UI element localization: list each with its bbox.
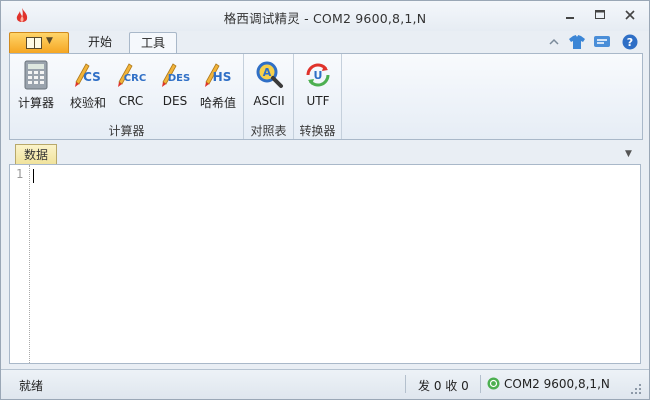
checksum-button[interactable]: CS 校验和 — [68, 58, 108, 116]
skin-shirt-icon[interactable] — [568, 33, 586, 51]
maximize-icon[interactable] — [591, 7, 609, 23]
group-lookup-table: A ASCII 对照表 — [244, 54, 294, 139]
group-label-calculator: 计算器 — [108, 124, 145, 138]
ascii-magnifier-icon: A — [256, 61, 283, 88]
calculator-icon — [24, 60, 48, 90]
des-badge: DES — [168, 73, 190, 84]
window-title: 格西调试精灵 - COM2 9600,8,1,N — [223, 11, 427, 26]
app-menu-button[interactable]: ▼ — [9, 32, 69, 53]
tab-start[interactable]: 开始 — [75, 32, 125, 54]
checksum-badge: CS — [83, 70, 101, 84]
utf-button[interactable]: U UTF — [300, 58, 336, 116]
calculator-label: 计算器 — [17, 96, 54, 110]
port-status-icon — [487, 377, 500, 390]
title-bar[interactable]: 格西调试精灵 - COM2 9600,8,1,N — [1, 1, 649, 31]
des-button[interactable]: DES DES — [158, 58, 192, 116]
status-separator — [480, 375, 481, 393]
utf-label: UTF — [306, 94, 330, 108]
chevron-down-icon: ▼ — [46, 36, 53, 46]
utf-convert-icon: U — [306, 63, 330, 87]
hash-label: 哈希值 — [199, 96, 236, 110]
ascii-button[interactable]: A ASCII — [250, 58, 288, 116]
status-ready-text: 就绪 — [19, 379, 44, 393]
app-window: 格西调试精灵 - COM2 9600,8,1,N ▼ 开始 工具 ? 计算器 C… — [0, 0, 650, 400]
minimize-icon[interactable] — [561, 7, 579, 23]
checksum-label: 校验和 — [69, 96, 106, 110]
message-icon[interactable] — [593, 33, 611, 51]
group-converter: U UTF 转换器 — [294, 54, 342, 139]
hash-button[interactable]: HS 哈希值 — [198, 58, 238, 116]
ribbon-panel: 计算器 CS 校验和 CRC CRC DES DES HS 哈希值 计算器 A … — [9, 53, 643, 140]
checksum-icon: CS — [75, 63, 101, 87]
crc-badge: CRC — [124, 73, 146, 84]
group-calculator: 计算器 CS 校验和 CRC CRC DES DES HS 哈希值 计算器 — [10, 54, 244, 139]
document-list-dropdown-icon[interactable]: ▼ — [625, 149, 632, 159]
des-icon: DES — [162, 63, 190, 87]
calculator-button[interactable]: 计算器 — [14, 58, 58, 116]
line-number-gutter: 1 — [10, 165, 30, 363]
crc-label: CRC — [118, 94, 144, 108]
hash-badge: HS — [213, 70, 232, 84]
data-editor[interactable]: 1 — [9, 164, 641, 364]
utf-badge: U — [314, 69, 323, 82]
status-port-settings: COM2 9600,8,1,N — [504, 377, 610, 391]
crc-icon: CRC — [118, 63, 146, 87]
hash-icon: HS — [205, 63, 232, 87]
status-tx-rx-counts: 发 0 收 0 — [418, 379, 469, 393]
ribbon-collapse-icon[interactable] — [547, 33, 561, 51]
crc-button[interactable]: CRC CRC — [114, 58, 148, 116]
document-tab-data[interactable]: 数据 — [15, 144, 57, 165]
ascii-label: ASCII — [253, 94, 285, 108]
status-separator — [405, 375, 406, 393]
ascii-badge: A — [263, 66, 272, 79]
help-icon[interactable]: ? — [621, 33, 639, 51]
line-number: 1 — [16, 167, 24, 181]
ribbon-tab-row: ▼ 开始 工具 ? — [1, 31, 649, 54]
close-icon[interactable] — [621, 7, 639, 23]
status-bar: 就绪 发 0 收 0 COM2 9600,8,1,N — [1, 369, 649, 399]
book-icon — [26, 37, 42, 49]
group-label-converter: 转换器 — [299, 124, 336, 138]
text-cursor — [33, 169, 34, 183]
svg-text:?: ? — [627, 36, 633, 49]
group-label-lookup-table: 对照表 — [250, 124, 287, 138]
tab-tools[interactable]: 工具 — [129, 32, 177, 54]
resize-grip-icon[interactable] — [631, 384, 641, 394]
